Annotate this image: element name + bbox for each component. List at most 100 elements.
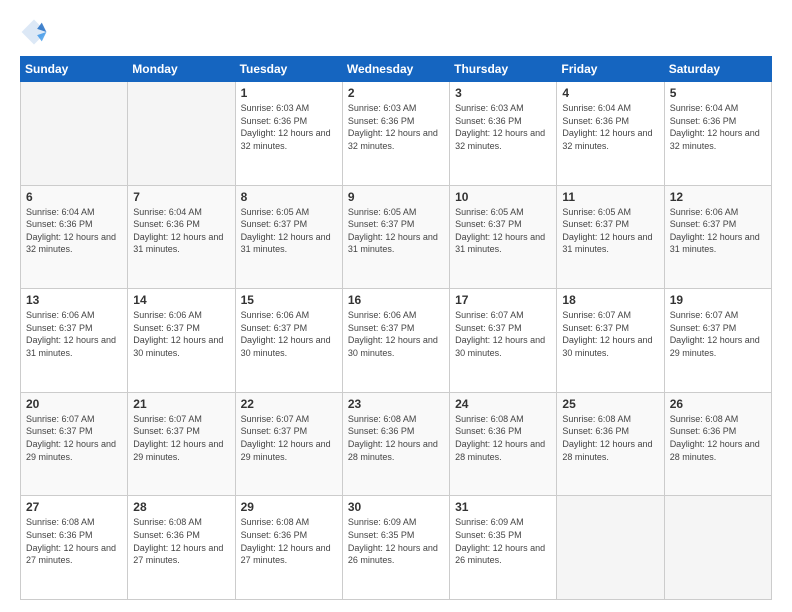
- day-header-wednesday: Wednesday: [342, 57, 449, 82]
- day-number: 23: [348, 397, 444, 411]
- day-info: Sunrise: 6:05 AM Sunset: 6:37 PM Dayligh…: [562, 206, 658, 256]
- day-info: Sunrise: 6:04 AM Sunset: 6:36 PM Dayligh…: [562, 102, 658, 152]
- day-info: Sunrise: 6:08 AM Sunset: 6:36 PM Dayligh…: [562, 413, 658, 463]
- day-info: Sunrise: 6:08 AM Sunset: 6:36 PM Dayligh…: [455, 413, 551, 463]
- week-row-2: 13 Sunrise: 6:06 AM Sunset: 6:37 PM Dayli…: [21, 289, 772, 393]
- day-number: 26: [670, 397, 766, 411]
- calendar-cell: 10 Sunrise: 6:05 AM Sunset: 6:37 PM Dayli…: [450, 185, 557, 289]
- calendar-cell: [557, 496, 664, 600]
- calendar-cell: 19 Sunrise: 6:07 AM Sunset: 6:37 PM Dayli…: [664, 289, 771, 393]
- logo-icon: [20, 18, 48, 46]
- calendar-cell: 26 Sunrise: 6:08 AM Sunset: 6:36 PM Dayli…: [664, 392, 771, 496]
- day-info: Sunrise: 6:05 AM Sunset: 6:37 PM Dayligh…: [348, 206, 444, 256]
- calendar-cell: 31 Sunrise: 6:09 AM Sunset: 6:35 PM Dayli…: [450, 496, 557, 600]
- day-info: Sunrise: 6:05 AM Sunset: 6:37 PM Dayligh…: [241, 206, 337, 256]
- week-row-0: 1Sunrise: 6:03 AM Sunset: 6:36 PM Daylig…: [21, 82, 772, 186]
- header: [20, 18, 772, 46]
- day-info: Sunrise: 6:06 AM Sunset: 6:37 PM Dayligh…: [26, 309, 122, 359]
- calendar-cell: 5Sunrise: 6:04 AM Sunset: 6:36 PM Daylig…: [664, 82, 771, 186]
- day-number: 18: [562, 293, 658, 307]
- day-number: 29: [241, 500, 337, 514]
- day-number: 11: [562, 190, 658, 204]
- day-number: 21: [133, 397, 229, 411]
- day-info: Sunrise: 6:07 AM Sunset: 6:37 PM Dayligh…: [562, 309, 658, 359]
- day-info: Sunrise: 6:07 AM Sunset: 6:37 PM Dayligh…: [670, 309, 766, 359]
- day-info: Sunrise: 6:08 AM Sunset: 6:36 PM Dayligh…: [348, 413, 444, 463]
- calendar-cell: 27 Sunrise: 6:08 AM Sunset: 6:36 PM Dayli…: [21, 496, 128, 600]
- day-number: 10: [455, 190, 551, 204]
- day-number: 31: [455, 500, 551, 514]
- day-info: Sunrise: 6:04 AM Sunset: 6:36 PM Dayligh…: [26, 206, 122, 256]
- calendar-cell: 18 Sunrise: 6:07 AM Sunset: 6:37 PM Dayli…: [557, 289, 664, 393]
- calendar-cell: 24 Sunrise: 6:08 AM Sunset: 6:36 PM Dayli…: [450, 392, 557, 496]
- day-header-tuesday: Tuesday: [235, 57, 342, 82]
- day-header-monday: Monday: [128, 57, 235, 82]
- day-info: Sunrise: 6:08 AM Sunset: 6:36 PM Dayligh…: [241, 516, 337, 566]
- day-number: 6: [26, 190, 122, 204]
- calendar-cell: 4 Sunrise: 6:04 AM Sunset: 6:36 PM Daylig…: [557, 82, 664, 186]
- calendar-cell: [128, 82, 235, 186]
- day-info: Sunrise: 6:07 AM Sunset: 6:37 PM Dayligh…: [133, 413, 229, 463]
- day-header-thursday: Thursday: [450, 57, 557, 82]
- day-number: 30: [348, 500, 444, 514]
- day-number: 3: [455, 86, 551, 100]
- calendar-cell: 11 Sunrise: 6:05 AM Sunset: 6:37 PM Dayli…: [557, 185, 664, 289]
- day-info: Sunrise: 6:06 AM Sunset: 6:37 PM Dayligh…: [670, 206, 766, 256]
- calendar-cell: 9Sunrise: 6:05 AM Sunset: 6:37 PM Daylig…: [342, 185, 449, 289]
- calendar-cell: 15 Sunrise: 6:06 AM Sunset: 6:37 PM Dayli…: [235, 289, 342, 393]
- day-number: 17: [455, 293, 551, 307]
- day-info: Sunrise: 6:08 AM Sunset: 6:36 PM Dayligh…: [670, 413, 766, 463]
- day-info: Sunrise: 6:03 AM Sunset: 6:36 PM Dayligh…: [241, 102, 337, 152]
- day-info: Sunrise: 6:04 AM Sunset: 6:36 PM Dayligh…: [133, 206, 229, 256]
- calendar-cell: 21 Sunrise: 6:07 AM Sunset: 6:37 PM Dayli…: [128, 392, 235, 496]
- day-number: 2: [348, 86, 444, 100]
- day-number: 22: [241, 397, 337, 411]
- day-info: Sunrise: 6:05 AM Sunset: 6:37 PM Dayligh…: [455, 206, 551, 256]
- day-number: 14: [133, 293, 229, 307]
- calendar-cell: [664, 496, 771, 600]
- calendar-cell: 17 Sunrise: 6:07 AM Sunset: 6:37 PM Dayli…: [450, 289, 557, 393]
- calendar-cell: 8 Sunrise: 6:05 AM Sunset: 6:37 PM Daylig…: [235, 185, 342, 289]
- day-info: Sunrise: 6:08 AM Sunset: 6:36 PM Dayligh…: [133, 516, 229, 566]
- calendar-cell: 1Sunrise: 6:03 AM Sunset: 6:36 PM Daylig…: [235, 82, 342, 186]
- day-info: Sunrise: 6:07 AM Sunset: 6:37 PM Dayligh…: [455, 309, 551, 359]
- day-number: 16: [348, 293, 444, 307]
- calendar-cell: 3Sunrise: 6:03 AM Sunset: 6:36 PM Daylig…: [450, 82, 557, 186]
- day-info: Sunrise: 6:09 AM Sunset: 6:35 PM Dayligh…: [455, 516, 551, 566]
- day-number: 8: [241, 190, 337, 204]
- day-number: 27: [26, 500, 122, 514]
- calendar-cell: 14 Sunrise: 6:06 AM Sunset: 6:37 PM Dayli…: [128, 289, 235, 393]
- day-number: 25: [562, 397, 658, 411]
- day-number: 19: [670, 293, 766, 307]
- logo: [20, 18, 50, 46]
- calendar-header: SundayMondayTuesdayWednesdayThursdayFrid…: [21, 57, 772, 82]
- calendar-cell: 30 Sunrise: 6:09 AM Sunset: 6:35 PM Dayli…: [342, 496, 449, 600]
- day-number: 24: [455, 397, 551, 411]
- day-info: Sunrise: 6:06 AM Sunset: 6:37 PM Dayligh…: [241, 309, 337, 359]
- day-number: 15: [241, 293, 337, 307]
- calendar-cell: 29 Sunrise: 6:08 AM Sunset: 6:36 PM Dayli…: [235, 496, 342, 600]
- calendar-cell: 12Sunrise: 6:06 AM Sunset: 6:37 PM Dayli…: [664, 185, 771, 289]
- day-number: 20: [26, 397, 122, 411]
- calendar-table: SundayMondayTuesdayWednesdayThursdayFrid…: [20, 56, 772, 600]
- day-header-saturday: Saturday: [664, 57, 771, 82]
- week-row-3: 20 Sunrise: 6:07 AM Sunset: 6:37 PM Dayli…: [21, 392, 772, 496]
- day-info: Sunrise: 6:08 AM Sunset: 6:36 PM Dayligh…: [26, 516, 122, 566]
- day-info: Sunrise: 6:06 AM Sunset: 6:37 PM Dayligh…: [133, 309, 229, 359]
- day-info: Sunrise: 6:03 AM Sunset: 6:36 PM Dayligh…: [348, 102, 444, 152]
- day-info: Sunrise: 6:09 AM Sunset: 6:35 PM Dayligh…: [348, 516, 444, 566]
- day-header-friday: Friday: [557, 57, 664, 82]
- day-number: 13: [26, 293, 122, 307]
- day-info: Sunrise: 6:04 AM Sunset: 6:36 PM Dayligh…: [670, 102, 766, 152]
- calendar-cell: [21, 82, 128, 186]
- day-number: 7: [133, 190, 229, 204]
- day-number: 4: [562, 86, 658, 100]
- calendar-cell: 2 Sunrise: 6:03 AM Sunset: 6:36 PM Daylig…: [342, 82, 449, 186]
- calendar-cell: 6 Sunrise: 6:04 AM Sunset: 6:36 PM Daylig…: [21, 185, 128, 289]
- day-header-sunday: Sunday: [21, 57, 128, 82]
- calendar-cell: 7 Sunrise: 6:04 AM Sunset: 6:36 PM Daylig…: [128, 185, 235, 289]
- page: SundayMondayTuesdayWednesdayThursdayFrid…: [0, 0, 792, 612]
- calendar-cell: 22Sunrise: 6:07 AM Sunset: 6:37 PM Dayli…: [235, 392, 342, 496]
- calendar-cell: 13 Sunrise: 6:06 AM Sunset: 6:37 PM Dayli…: [21, 289, 128, 393]
- day-number: 28: [133, 500, 229, 514]
